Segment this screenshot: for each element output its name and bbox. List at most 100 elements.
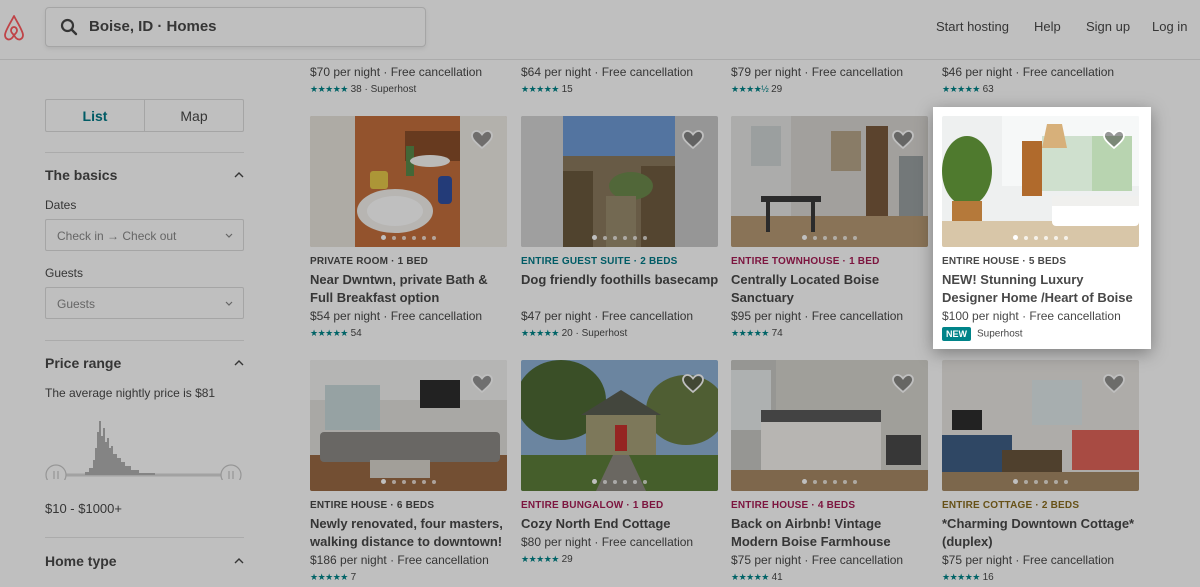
listing-name[interactable]: Dog friendly foothills basecamp bbox=[521, 271, 721, 289]
listing-type: ENTIRE GUEST SUITE · 2 BEDS bbox=[521, 256, 678, 267]
price-histogram[interactable] bbox=[45, 418, 244, 480]
rating-count: 38 · Superhost bbox=[350, 84, 417, 95]
nav-log-in[interactable]: Log in bbox=[1152, 19, 1187, 34]
rating-stars: ★★★★★ bbox=[942, 84, 980, 94]
listing-rating: ★★★★½ 29 bbox=[731, 84, 782, 95]
listing-rating: ★★★★★ 29 bbox=[521, 554, 573, 565]
rating-stars: ★★★★★ bbox=[521, 84, 559, 94]
nav-help[interactable]: Help bbox=[1034, 19, 1061, 34]
list-view-button[interactable]: List bbox=[46, 100, 145, 131]
chevron-up-icon[interactable] bbox=[234, 558, 244, 564]
listing-card[interactable]: ENTIRE HOUSE · 4 BEDS Back on Airbnb! Vi… bbox=[731, 360, 928, 587]
guests-label: Guests bbox=[45, 266, 84, 280]
photo-dots[interactable] bbox=[521, 479, 718, 484]
home-type-title[interactable]: Home type bbox=[45, 553, 117, 569]
heart-icon[interactable] bbox=[471, 374, 493, 394]
map-view-button[interactable]: Map bbox=[145, 100, 243, 131]
heart-icon[interactable] bbox=[1103, 374, 1125, 394]
basics-title[interactable]: The basics bbox=[45, 167, 117, 183]
superhost-label: Superhost bbox=[977, 328, 1023, 340]
listing-rating: NEW Superhost bbox=[942, 327, 1023, 341]
rating-count: 16 bbox=[982, 572, 994, 583]
listing-rating: ★★★★★ 15 bbox=[521, 84, 573, 95]
listing-price: $70 per night · Free cancellation bbox=[310, 65, 483, 79]
listing-type: ENTIRE HOUSE · 4 BEDS bbox=[731, 500, 856, 511]
rating-stars: ★★★★★ bbox=[310, 328, 348, 338]
chevron-up-icon[interactable] bbox=[234, 360, 244, 366]
search-bar[interactable]: Boise, ID · Homes bbox=[45, 7, 426, 47]
nav-sign-up[interactable]: Sign up bbox=[1086, 19, 1130, 34]
listing-name[interactable]: Back on Airbnb! Vintage Modern Boise Far… bbox=[731, 515, 931, 551]
listing-photo[interactable] bbox=[310, 360, 507, 491]
listing-price: $46 per night · Free cancellation bbox=[942, 65, 1115, 79]
listing-type: ENTIRE TOWNHOUSE · 1 BED bbox=[731, 256, 880, 267]
rating-count: 20 · Superhost bbox=[561, 328, 628, 339]
rating-count: 63 bbox=[982, 84, 994, 95]
nav-start-hosting[interactable]: Start hosting bbox=[936, 19, 1009, 34]
photo-dots[interactable] bbox=[942, 479, 1139, 484]
search-icon bbox=[60, 18, 78, 36]
listing-photo[interactable] bbox=[942, 360, 1139, 491]
photo-dots[interactable] bbox=[731, 479, 928, 484]
listing-type: ENTIRE HOUSE · 6 BEDS bbox=[310, 500, 435, 511]
listing-name[interactable]: Cozy North End Cottage bbox=[521, 515, 721, 533]
search-query[interactable]: Boise, ID · Homes bbox=[89, 18, 217, 35]
listing-rating: ★★★★★ 7 bbox=[310, 572, 356, 583]
divider bbox=[45, 537, 244, 538]
listing-card[interactable]: PRIVATE ROOM · 1 BED Near Dwntwn, privat… bbox=[310, 116, 507, 346]
listing-price: $64 per night · Free cancellation bbox=[521, 65, 694, 79]
listing-price: $47 per night · Free cancellation bbox=[521, 309, 694, 323]
heart-icon[interactable] bbox=[892, 130, 914, 150]
listing-rating: ★★★★★ 20 · Superhost bbox=[521, 328, 627, 339]
rating-count: 54 bbox=[350, 328, 362, 339]
listing-name[interactable]: Near Dwntwn, private Bath & Full Breakfa… bbox=[310, 271, 510, 307]
listing-photo[interactable] bbox=[731, 116, 928, 247]
heart-icon[interactable] bbox=[682, 374, 704, 394]
listing-photo[interactable] bbox=[521, 116, 718, 247]
guests-field[interactable]: Guests bbox=[45, 287, 244, 319]
price-range-title[interactable]: Price range bbox=[45, 355, 121, 371]
listing-price: $79 per night · Free cancellation bbox=[731, 65, 904, 79]
listing-photo[interactable] bbox=[310, 116, 507, 247]
heart-icon[interactable] bbox=[471, 130, 493, 150]
featured-listing-card[interactable]: ENTIRE HOUSE · 5 BEDS NEW! Stunning Luxu… bbox=[942, 116, 1139, 346]
photo-dots[interactable] bbox=[521, 235, 718, 240]
photo-dots[interactable] bbox=[731, 235, 928, 240]
listing-rating: ★★★★★ 41 bbox=[731, 572, 783, 583]
listing-name[interactable]: Centrally Located Boise Sanctuary bbox=[731, 271, 931, 307]
listing-type: PRIVATE ROOM · 1 BED bbox=[310, 256, 429, 267]
chevron-up-icon[interactable] bbox=[234, 172, 244, 178]
dates-field[interactable]: Check in → Check out bbox=[45, 219, 244, 251]
heart-icon[interactable] bbox=[1103, 130, 1125, 150]
listing-photo[interactable] bbox=[521, 360, 718, 491]
listing-name[interactable]: Newly renovated, four masters, walking d… bbox=[310, 515, 510, 551]
rating-stars: ★★★★★ bbox=[310, 572, 348, 582]
rating-stars: ★★★★★ bbox=[521, 554, 559, 564]
rating-count: 29 bbox=[771, 84, 783, 95]
rating-stars: ★★★★★ bbox=[310, 84, 348, 94]
listing-card[interactable]: ENTIRE GUEST SUITE · 2 BEDS Dog friendly… bbox=[521, 116, 718, 346]
listing-name[interactable]: *Charming Downtown Cottage*(duplex) bbox=[942, 515, 1142, 551]
photo-dots[interactable] bbox=[310, 235, 507, 240]
listing-card[interactable]: ENTIRE TOWNHOUSE · 1 BED Centrally Locat… bbox=[731, 116, 928, 346]
rating-count: 15 bbox=[561, 84, 573, 95]
dates-placeholder: Check in → Check out bbox=[57, 229, 177, 243]
heart-icon[interactable] bbox=[682, 130, 704, 150]
rating-count: 29 bbox=[561, 554, 573, 565]
listing-price: $186 per night · Free cancellation bbox=[310, 553, 489, 567]
photo-dots[interactable] bbox=[310, 479, 507, 484]
photo-dots[interactable] bbox=[942, 235, 1139, 240]
heart-icon[interactable] bbox=[892, 374, 914, 394]
listing-photo[interactable] bbox=[731, 360, 928, 491]
listing-rating: ★★★★★ 16 bbox=[942, 572, 994, 583]
new-badge: NEW bbox=[942, 327, 971, 341]
divider bbox=[45, 152, 244, 153]
listing-card[interactable]: ENTIRE COTTAGE · 2 BEDS *Charming Downto… bbox=[942, 360, 1139, 587]
listing-card[interactable]: ENTIRE HOUSE · 6 BEDS Newly renovated, f… bbox=[310, 360, 507, 587]
chevron-down-icon bbox=[225, 301, 233, 306]
airbnb-logo-icon[interactable] bbox=[2, 14, 26, 42]
listing-card[interactable]: ENTIRE BUNGALOW · 1 BED Cozy North End C… bbox=[521, 360, 718, 587]
listing-name[interactable]: NEW! Stunning Luxury Designer Home /Hear… bbox=[942, 271, 1142, 307]
rating-count: 7 bbox=[350, 572, 357, 583]
listing-photo[interactable] bbox=[942, 116, 1139, 247]
